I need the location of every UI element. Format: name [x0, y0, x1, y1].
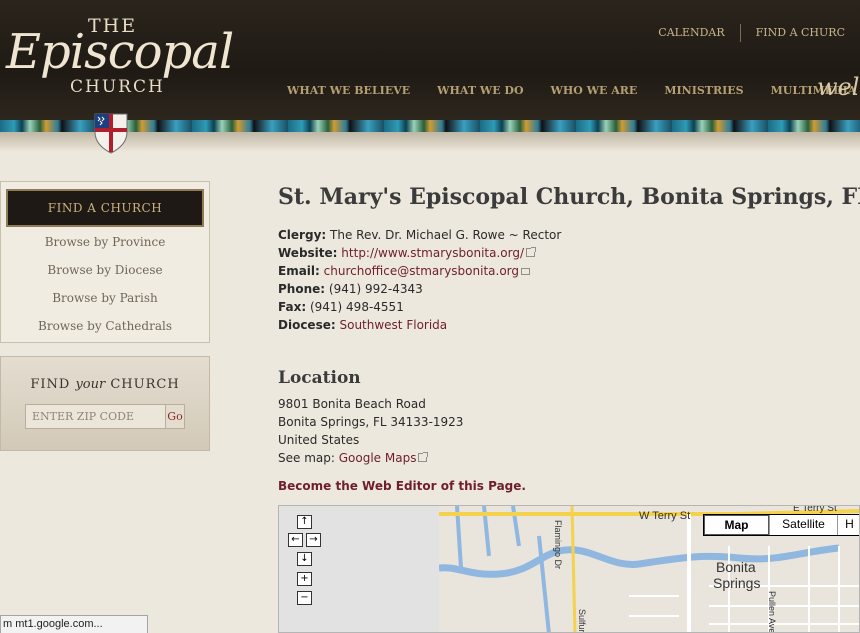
address-country: United States	[278, 433, 360, 447]
map-label-w-terry: W Terry St	[639, 510, 691, 522]
website-row: Website: http://www.stmarysbonita.org/	[278, 246, 536, 260]
logo-church[interactable]: CHURCH	[70, 77, 165, 97]
map-pan-right-button[interactable]: →	[306, 533, 321, 547]
find-your-church-panel: FIND your CHURCH ENTER ZIP CODE Go	[0, 356, 210, 451]
zip-title-pre: FIND	[30, 377, 71, 392]
map-type-satellite-button[interactable]: Satellite	[769, 515, 837, 535]
top-link-calendar[interactable]: CALENDAR	[643, 24, 739, 42]
clergy-label: Clergy:	[278, 228, 327, 242]
nav-what-we-do[interactable]: WHAT WE DO	[437, 84, 523, 97]
map-zoom-out-button[interactable]: −	[297, 591, 312, 605]
map-pan-up-button[interactable]: ↑	[297, 515, 312, 529]
address-street: 9801 Bonita Beach Road	[278, 397, 426, 411]
address-city: Bonita Springs, FL 34133-1923	[278, 415, 464, 429]
email-row: Email: churchoffice@stmarysbonita.org	[278, 264, 531, 278]
logo-episcopal[interactable]: Episcopal	[6, 24, 234, 80]
map-type-hybrid-button[interactable]: H	[837, 515, 859, 535]
episcopal-shield-icon	[94, 113, 128, 154]
mail-icon	[521, 268, 531, 275]
diocese-label: Diocese:	[278, 318, 336, 332]
nav-welcome[interactable]: welc	[817, 73, 860, 101]
website-label: Website:	[278, 246, 338, 260]
top-link-find-a-church[interactable]: FIND A CHURC	[739, 24, 860, 42]
email-label: Email:	[278, 264, 320, 278]
nav-what-we-believe[interactable]: WHAT WE BELIEVE	[287, 84, 410, 97]
location-title: Location	[278, 368, 361, 388]
map-label-sulfur: Sulfur	[577, 609, 587, 633]
browse-by-diocese-link[interactable]: Browse by Diocese	[1, 263, 209, 277]
diocese-link[interactable]: Southwest Florida	[339, 318, 447, 332]
map-label-e-terry: E Terry St	[793, 505, 837, 514]
map-type-switcher: Map Satellite H	[703, 514, 859, 536]
zip-title-em: your	[75, 377, 106, 392]
diocese-row: Diocese: Southwest Florida	[278, 318, 447, 332]
map-label-city-1: Bonita	[716, 559, 756, 575]
map-label-pullen: Pullen Ave	[767, 591, 777, 633]
stained-glass-strip	[0, 120, 860, 132]
clergy-value: The Rev. Dr. Michael G. Rowe ~ Rector	[330, 228, 562, 242]
church-title: St. Mary's Episcopal Church, Bonita Spri…	[278, 184, 860, 210]
zip-go-button[interactable]: Go	[165, 404, 185, 429]
browse-by-province-link[interactable]: Browse by Province	[1, 235, 209, 249]
map-pan-down-button[interactable]: ↓	[297, 552, 312, 566]
find-a-church-header[interactable]: FIND A CHURCH	[6, 189, 204, 227]
email-link[interactable]: churchoffice@stmarysbonita.org	[324, 264, 519, 278]
external-link-icon	[526, 247, 536, 257]
external-link-icon	[418, 452, 429, 462]
nav-ministries[interactable]: MINISTRIES	[664, 84, 743, 97]
fax-value: (941) 498-4551	[309, 300, 404, 314]
fax-row: Fax: (941) 498-4551	[278, 300, 404, 314]
browser-status-bar: m mt1.google.com...	[0, 615, 148, 633]
map-pan-left-button[interactable]: ←	[288, 533, 303, 547]
phone-label: Phone:	[278, 282, 326, 296]
nav-who-we-are[interactable]: WHO WE ARE	[551, 84, 638, 97]
map-zoom-in-button[interactable]: +	[297, 572, 312, 586]
google-maps-link[interactable]: Google Maps	[339, 451, 417, 465]
find-your-church-title: FIND your CHURCH	[1, 377, 209, 392]
embedded-map[interactable]: ↑ ← → ↓ + − Map Satellite H W Terry St E…	[278, 505, 860, 633]
phone-value: (941) 992-4343	[328, 282, 423, 296]
top-links: CALENDAR FIND A CHURC	[643, 24, 860, 42]
site-header: THE Episcopal CHURCH CALENDAR FIND A CHU…	[0, 0, 860, 120]
see-map-row: See map: Google Maps	[278, 451, 429, 465]
browse-by-parish-link[interactable]: Browse by Parish	[1, 291, 209, 305]
clergy-row: Clergy: The Rev. Dr. Michael G. Rowe ~ R…	[278, 228, 561, 242]
zip-title-post: CHURCH	[110, 377, 180, 392]
zip-code-input[interactable]: ENTER ZIP CODE	[25, 404, 166, 429]
header-shadow	[0, 132, 860, 152]
main-nav: WHAT WE BELIEVE WHAT WE DO WHO WE ARE MI…	[287, 84, 860, 97]
browse-by-cathedrals-link[interactable]: Browse by Cathedrals	[1, 319, 209, 333]
map-label-city-2: Springs	[713, 575, 761, 591]
map-label-flamingo: Flamingo Dr	[553, 520, 563, 570]
see-map-label: See map:	[278, 451, 335, 465]
find-a-church-panel: FIND A CHURCH Browse by Province Browse …	[0, 181, 210, 343]
website-link[interactable]: http://www.stmarysbonita.org/	[341, 246, 524, 260]
fax-label: Fax:	[278, 300, 307, 314]
become-web-editor-link[interactable]: Become the Web Editor of this Page.	[278, 479, 526, 493]
phone-row: Phone: (941) 992-4343	[278, 282, 423, 296]
map-type-map-button[interactable]: Map	[704, 515, 769, 535]
